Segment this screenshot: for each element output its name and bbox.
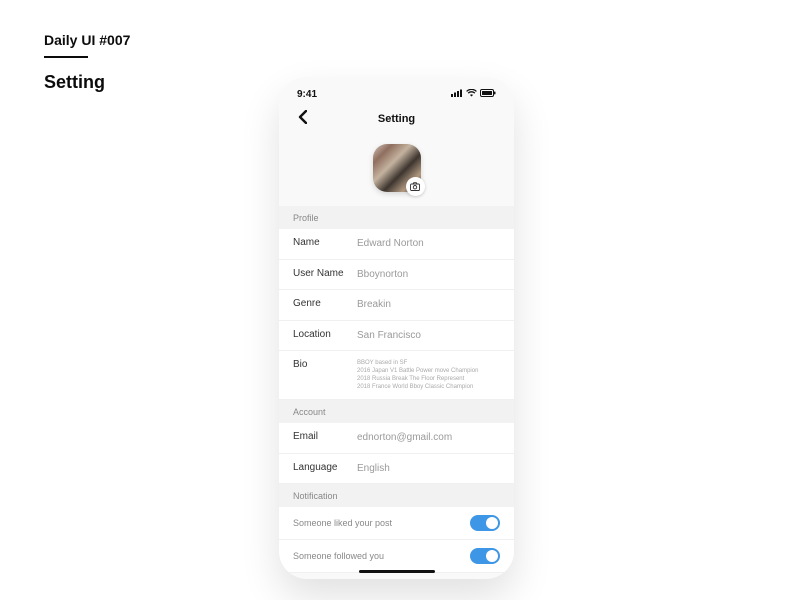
status-time: 9:41 [297,89,317,100]
row-genre[interactable]: Genre Breakin [279,290,514,321]
row-notif-liked: Someone liked your post [279,507,514,540]
outer-heading: Daily UI #007 Setting [44,32,130,93]
challenge-label: Daily UI #007 [44,32,130,48]
language-value: English [357,462,390,476]
row-bio[interactable]: Bio BBOY based in SF 2016 Japan V1 Battl… [279,351,514,400]
email-value: ednorton@gmail.com [357,431,452,445]
row-email[interactable]: Email ednorton@gmail.com [279,423,514,454]
signal-icon [451,89,463,100]
notif-liked-label: Someone liked your post [293,518,392,528]
home-indicator[interactable] [359,570,435,573]
status-bar: 9:41 [279,77,514,100]
row-notif-followed: Someone followed you [279,540,514,573]
genre-label: Genre [293,298,357,309]
name-label: Name [293,237,357,248]
page-title: Setting [44,72,130,93]
notification-section-header: Notification [279,484,514,507]
username-label: User Name [293,268,357,279]
row-name[interactable]: Name Edward Norton [279,229,514,260]
chevron-left-icon [298,110,307,129]
notif-followed-toggle[interactable] [470,548,500,564]
email-label: Email [293,431,357,442]
phone-frame: 9:41 Setting Profile Name Edward Norton … [279,77,514,579]
username-value: Bboynorton [357,268,408,282]
account-section-header: Account [279,400,514,423]
name-value: Edward Norton [357,237,424,251]
notif-followed-label: Someone followed you [293,551,384,561]
profile-section-header: Profile [279,206,514,229]
status-icons [451,89,496,100]
heading-underline [44,56,88,58]
bio-value: BBOY based in SF 2016 Japan V1 Battle Po… [357,359,478,391]
genre-value: Breakin [357,298,391,312]
battery-icon [480,89,496,100]
change-photo-button[interactable] [406,177,425,196]
row-language[interactable]: Language English [279,454,514,485]
avatar-section [279,140,514,206]
bio-label: Bio [293,359,357,370]
notif-liked-toggle[interactable] [470,515,500,531]
language-label: Language [293,462,357,473]
location-value: San Francisco [357,329,421,343]
nav-title: Setting [378,113,415,125]
nav-bar: Setting [279,100,514,140]
back-button[interactable] [293,110,311,128]
location-label: Location [293,329,357,340]
wifi-icon [466,89,477,100]
profile-avatar[interactable] [373,144,421,192]
row-username[interactable]: User Name Bboynorton [279,260,514,291]
camera-icon [410,178,420,196]
row-location[interactable]: Location San Francisco [279,321,514,352]
